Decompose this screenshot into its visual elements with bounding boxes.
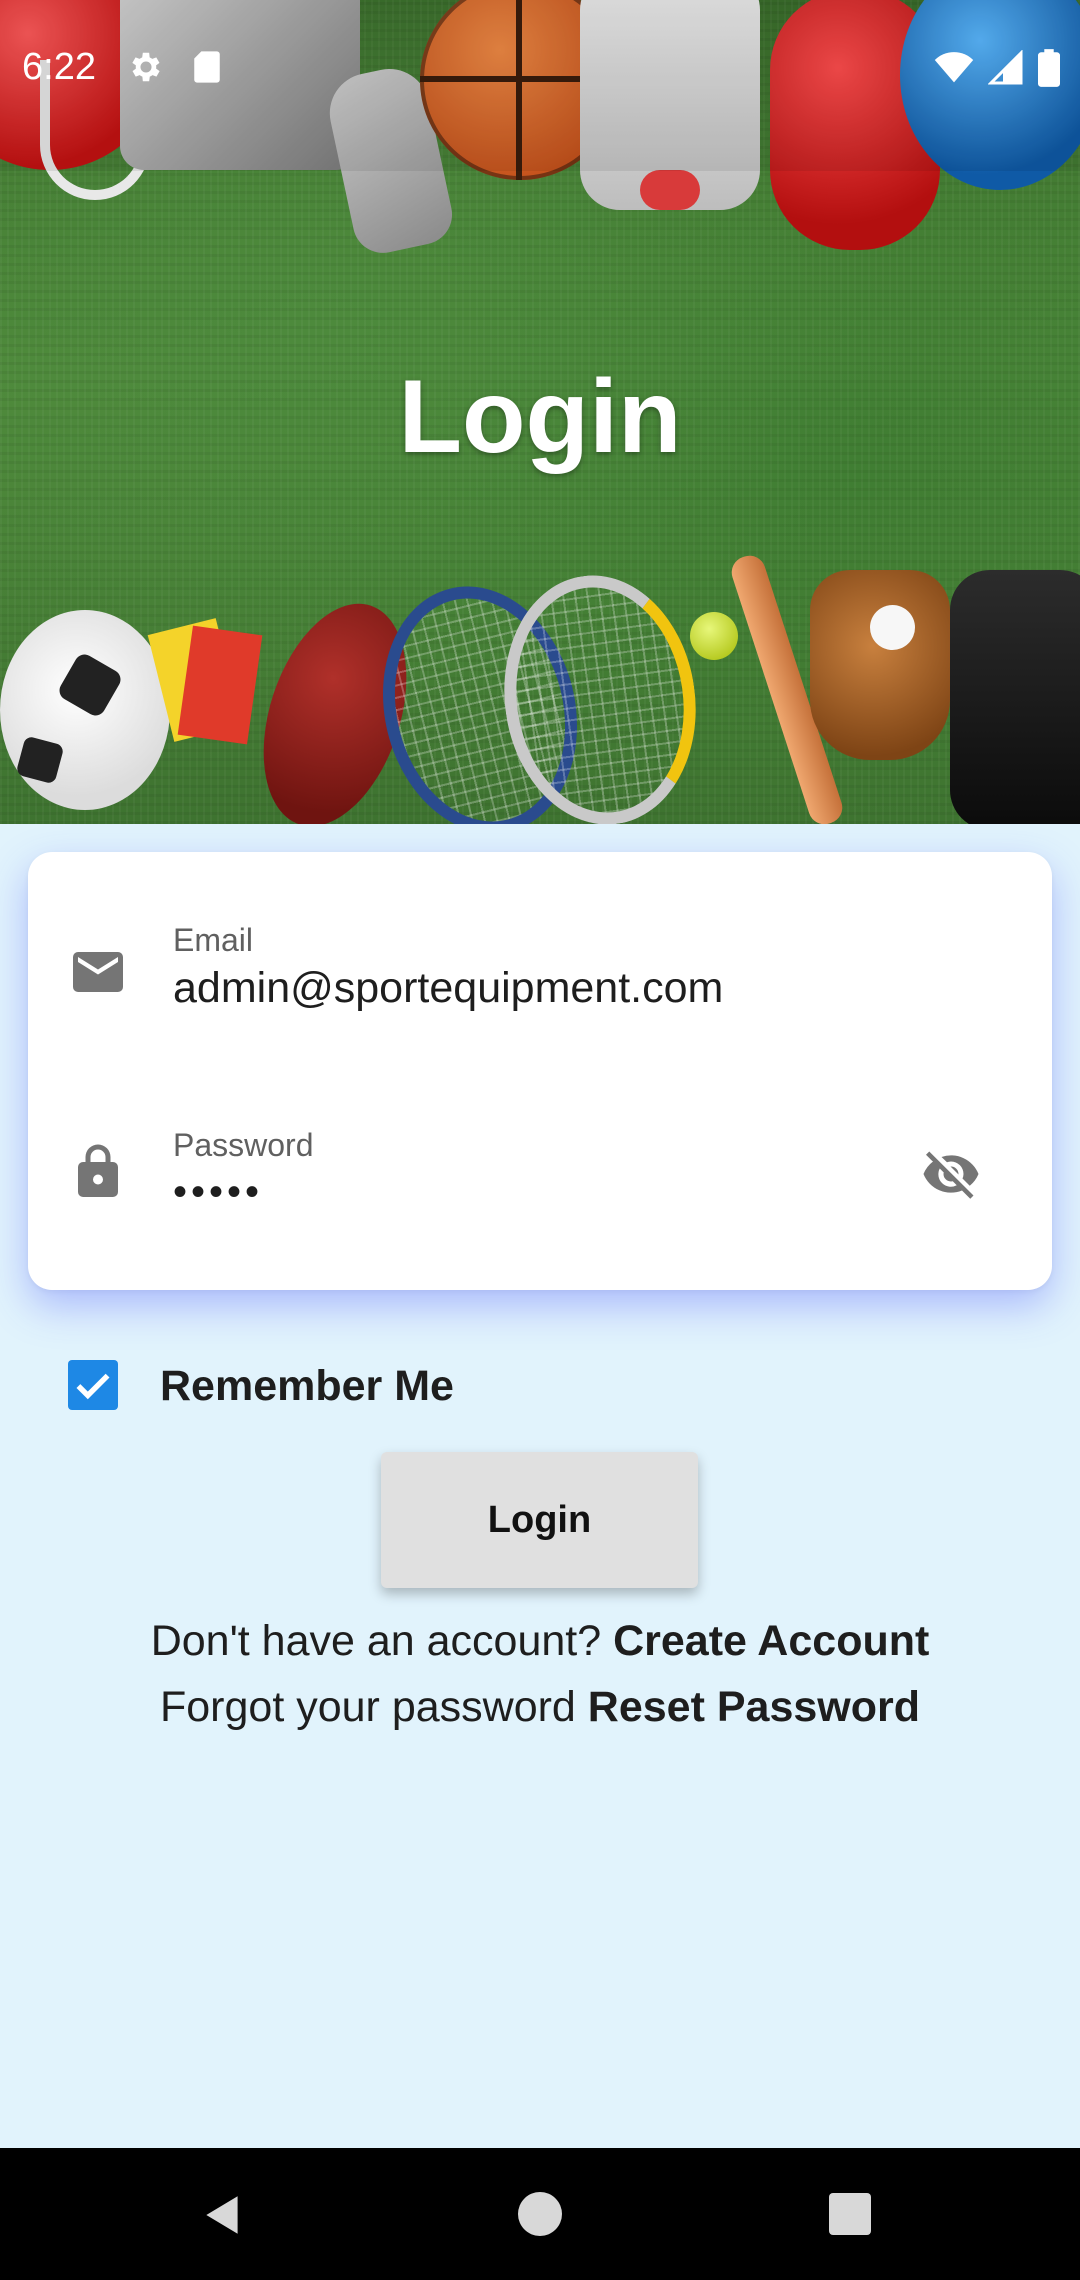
sneaker-accent-image: [640, 170, 700, 210]
mail-icon: [73, 952, 123, 992]
email-label: Email: [173, 922, 254, 958]
visibility-off-icon[interactable]: [916, 1144, 986, 1204]
baseball-image: [870, 605, 915, 650]
battery-icon: [1038, 49, 1060, 87]
reset-password-row: Forgot your password Reset Password: [0, 1683, 1080, 1732]
back-icon[interactable]: [198, 2190, 248, 2240]
password-field[interactable]: •••••: [173, 1170, 263, 1215]
password-label: Password: [173, 1127, 314, 1163]
status-bar: 6:22: [0, 0, 1080, 135]
baseball-mitt-image: [810, 570, 950, 760]
create-account-link[interactable]: Create Account: [613, 1617, 929, 1665]
forgot-password-text: Forgot your password: [160, 1683, 588, 1731]
email-field[interactable]: admin@sportequipment.com: [173, 964, 723, 1013]
status-icons: [934, 48, 1060, 88]
tennis-ball-image: [690, 612, 738, 660]
navigation-bar: [0, 2148, 1080, 2280]
no-account-text: Don't have an account?: [150, 1617, 614, 1665]
recents-icon[interactable]: [829, 2193, 871, 2235]
cleats-image: [950, 570, 1080, 824]
home-icon[interactable]: [518, 2192, 562, 2236]
check-icon: [76, 1373, 110, 1400]
login-form-card: Email admin@sportequipment.com Password …: [28, 852, 1052, 1290]
login-button[interactable]: Login: [381, 1452, 698, 1588]
wifi-icon: [934, 52, 974, 83]
remember-me-label[interactable]: Remember Me: [160, 1362, 454, 1411]
page-title: Login: [398, 359, 682, 475]
reset-password-link[interactable]: Reset Password: [588, 1683, 920, 1731]
create-account-row: Don't have an account? Create Account: [0, 1617, 1080, 1666]
settings-icon: [132, 52, 160, 82]
lock-icon: [78, 1144, 118, 1197]
remember-me-checkbox[interactable]: [68, 1360, 118, 1410]
signal-icon: [988, 50, 1023, 85]
sd-card-icon: [194, 51, 220, 83]
status-time: 6:22: [22, 46, 96, 88]
